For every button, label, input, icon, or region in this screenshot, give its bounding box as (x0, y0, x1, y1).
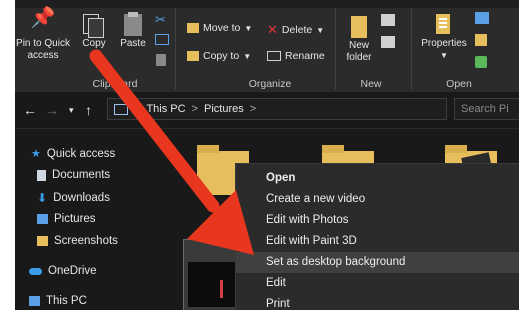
new-folder-label-line2: folder (346, 52, 372, 63)
easy-access-icon[interactable] (381, 36, 395, 48)
sidebar-item-documents[interactable]: Documents (37, 169, 110, 181)
breadcrumb-pictures[interactable]: Pictures (204, 103, 244, 115)
menu-item-open[interactable]: Open (236, 168, 519, 189)
new-folder-button[interactable]: New folder (337, 12, 381, 64)
cloud-icon (29, 267, 42, 275)
pictures-icon (37, 214, 48, 224)
menu-item-print[interactable]: Print (236, 294, 519, 310)
open-icon[interactable] (475, 12, 489, 24)
copy-button[interactable]: Copy (77, 12, 111, 50)
open-group-label: Open (446, 78, 472, 90)
menu-item-edit[interactable]: Edit (236, 273, 519, 294)
forward-arrow-icon[interactable]: → (45, 102, 59, 118)
cut-icon[interactable]: ✂ (155, 12, 166, 28)
rename-button[interactable]: Rename (267, 50, 325, 62)
context-menu: Open Create a new video Edit with Photos… (235, 163, 519, 310)
sidebar-item-label: This PC (46, 295, 87, 307)
breadcrumb-separator: > (191, 103, 198, 115)
sidebar-item-label: OneDrive (48, 265, 97, 277)
new-group-label: New (360, 78, 382, 90)
copy-path-icon[interactable] (155, 34, 169, 45)
copy-label: Copy (82, 38, 106, 49)
sidebar-item-label: Pictures (54, 213, 96, 225)
chevron-down-icon: ▼ (440, 51, 448, 60)
clipboard-group-label: Clipboard (92, 78, 138, 90)
star-icon: ★ (31, 148, 41, 160)
new-folder-icon (337, 12, 381, 40)
move-to-icon (187, 23, 199, 33)
search-input[interactable]: Search Pi (454, 98, 519, 120)
sidebar-item-onedrive[interactable]: OneDrive (29, 265, 97, 277)
sidebar-item-this-pc[interactable]: This PC (29, 295, 87, 307)
ribbon-separator (175, 8, 176, 90)
sidebar-item-quick-access[interactable]: ★ Quick access (31, 147, 116, 161)
pin-icon: 📌 (30, 7, 56, 29)
paste-button[interactable]: Paste (115, 12, 151, 50)
chevron-down-icon: ▼ (243, 51, 252, 61)
ribbon-separator (411, 8, 412, 90)
copy-to-button[interactable]: Copy to ▼ (187, 50, 251, 62)
paste-label: Paste (120, 38, 146, 49)
ribbon-separator (335, 8, 336, 90)
sidebar-item-downloads[interactable]: ⬇ Downloads (37, 191, 110, 205)
ribbon-top-strip (15, 0, 519, 8)
sidebar-item-screenshots[interactable]: Screenshots (37, 235, 118, 247)
copy-to-icon (187, 51, 199, 61)
rename-icon (267, 51, 281, 61)
sidebar-item-label: Screenshots (54, 235, 118, 247)
ribbon: 📌 Pin to Quick access Copy Paste ✂ Clipb… (15, 0, 519, 92)
sidebar-item-pictures[interactable]: Pictures (37, 213, 96, 225)
navigation-bar: ← → ▾ ↑ > This PC > Pictures > Search Pi (15, 92, 519, 129)
file-explorer-window: 📌 Pin to Quick access Copy Paste ✂ Clipb… (15, 0, 519, 310)
move-to-button[interactable]: Move to ▼ (187, 22, 252, 34)
move-to-label: Move to (203, 22, 241, 34)
breadcrumb-this-pc[interactable]: This PC (146, 103, 185, 115)
menu-item-create-new-video[interactable]: Create a new video (236, 189, 519, 210)
copy-to-label: Copy to (203, 50, 240, 62)
edit-icon[interactable] (475, 34, 487, 46)
properties-icon (415, 12, 473, 38)
new-folder-label-line1: New (348, 40, 369, 51)
back-arrow-icon[interactable]: ← (23, 102, 37, 118)
navigation-pane: ★ Quick access Documents ⬇ Downloads Pic… (15, 129, 165, 310)
breadcrumb-separator: > (134, 103, 141, 115)
new-item-icon[interactable] (381, 14, 395, 26)
selected-image-thumbnail[interactable] (183, 239, 243, 310)
recent-locations-chevron-icon[interactable]: ▾ (69, 105, 74, 116)
up-arrow-icon[interactable]: ↑ (85, 102, 92, 118)
chevron-down-icon: ▼ (316, 25, 325, 35)
menu-item-edit-with-paint-3d[interactable]: Edit with Paint 3D (236, 231, 519, 252)
menu-item-edit-with-photos[interactable]: Edit with Photos (236, 210, 519, 231)
chevron-down-icon: ▼ (244, 23, 253, 33)
properties-button[interactable]: Properties ▼ (415, 12, 473, 62)
paste-icon (115, 12, 151, 38)
delete-x-icon: ✕ (267, 22, 278, 37)
menu-item-set-as-desktop-background[interactable]: Set as desktop background (236, 252, 519, 273)
pin-label-line2: access (27, 50, 59, 61)
organize-group-label: Organize (248, 78, 292, 90)
documents-icon (37, 169, 46, 181)
copy-icon (77, 12, 111, 38)
paste-shortcut-icon[interactable] (156, 54, 166, 66)
history-icon[interactable] (475, 56, 487, 68)
breadcrumb-separator: > (249, 103, 257, 115)
address-bar[interactable]: > This PC > Pictures > (107, 98, 447, 120)
sidebar-item-label: Downloads (53, 192, 110, 204)
delete-label: Delete (281, 24, 313, 36)
sidebar-item-label: Documents (52, 169, 111, 181)
properties-label: Properties (421, 38, 467, 49)
computer-icon (29, 296, 40, 306)
rename-label: Rename (285, 50, 325, 62)
sidebar-item-label: Quick access (46, 147, 116, 160)
pin-to-quick-access-button[interactable]: 📌 Pin to Quick access (15, 7, 71, 62)
folder-icon (37, 236, 48, 246)
download-icon: ⬇ (37, 191, 48, 205)
pin-label-line1: Pin to Quick (16, 38, 70, 49)
delete-button[interactable]: ✕ Delete ▼ (267, 22, 324, 38)
this-pc-icon (114, 103, 128, 115)
